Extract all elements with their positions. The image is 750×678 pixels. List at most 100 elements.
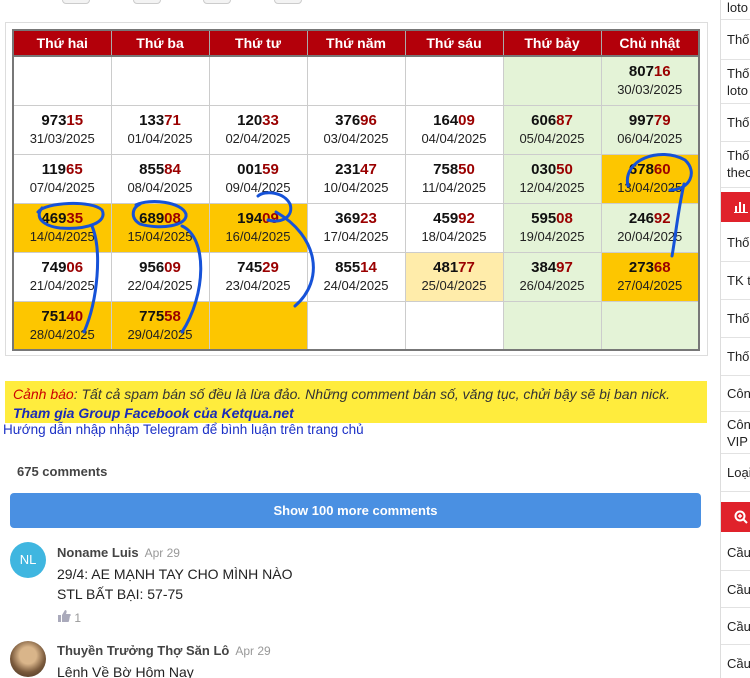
like-count: 1 [74,611,82,625]
comment-date[interactable]: Apr 29 [145,546,180,560]
comment-date[interactable]: Apr 29 [235,644,270,658]
calendar-panel: Thứ hai Thứ ba Thứ tư Thứ năm Thứ sáu Thứ bảy… [5,22,708,356]
result-date: 07/04/2025 [29,180,95,195]
result-number-head: 384 [531,259,557,276]
sidebar-item[interactable]: Thố [721,104,750,142]
like-button[interactable]: 1 [57,610,81,625]
calendar-day-cell[interactable] [502,300,602,351]
result-number: 11965 [14,160,111,179]
sidebar-item[interactable]: loto [721,0,750,20]
sidebar-item[interactable]: Thố theo [721,142,750,188]
sidebar-item[interactable]: Côn VIP [721,412,750,454]
calendar-day-cell[interactable] [306,300,406,351]
result-number: 80716 [602,62,699,81]
calendar-day-cell[interactable]: 48177 25/04/2025 [404,251,504,302]
result-number: 45992 [406,209,503,228]
calendar-day-cell[interactable]: 99779 06/04/2025 [600,104,700,155]
calendar-day-cell[interactable]: 97315 31/03/2025 [12,104,112,155]
calendar-day-cell[interactable] [110,55,210,106]
calendar-day-cell[interactable]: 45992 18/04/2025 [404,202,504,253]
sidebar-item[interactable]: Thố [721,20,750,60]
calendar-day-cell[interactable]: 36923 17/04/2025 [306,202,406,253]
result-date: 17/04/2025 [323,229,389,244]
comment-author[interactable]: Thuyền Trưởng Thợ Săn Lô Apr 29 [57,643,271,658]
calendar-day-cell[interactable]: 67860 13/04/2025 [600,153,700,204]
calendar-day-cell[interactable]: 11965 07/04/2025 [12,153,112,204]
sidebar-item[interactable]: Cầu [721,571,750,608]
calendar-day-cell[interactable]: 59508 19/04/2025 [502,202,602,253]
calendar-week-row: 74906 21/04/2025 95609 22/04/2025 74529 23/04… [12,251,700,302]
result-number: 13371 [112,111,209,130]
calendar-day-cell[interactable]: 13371 01/04/2025 [110,104,210,155]
calendar-day-cell[interactable] [502,55,602,106]
tab-control[interactable] [133,0,161,4]
calendar-day-cell[interactable]: 16409 04/04/2025 [404,104,504,155]
sidebar-item[interactable]: Thố loto [721,60,750,104]
tab-control[interactable] [203,0,231,4]
calendar-day-cell[interactable] [12,55,112,106]
calendar-day-cell[interactable] [404,300,504,351]
avatar[interactable]: NL [10,542,46,578]
avatar[interactable] [10,641,46,677]
sidebar-item[interactable]: Thố [721,224,750,262]
calendar-day-cell[interactable] [208,300,308,351]
calendar-day-cell[interactable]: 95609 22/04/2025 [110,251,210,302]
calendar-day-cell[interactable]: 80716 30/03/2025 [600,55,700,106]
calendar-day-cell[interactable] [306,55,406,106]
calendar-day-cell[interactable]: 85514 24/04/2025 [306,251,406,302]
weekday-header: Thứ năm [306,29,406,57]
result-number-tail: 16 [653,63,671,81]
calendar-day-cell[interactable]: 03050 12/04/2025 [502,153,602,204]
sidebar-item[interactable]: TK t [721,262,750,300]
sidebar-item[interactable]: Cầu [721,608,750,645]
facebook-group-link[interactable]: Tham gia Group Facebook của Ketqua.net [13,405,294,421]
result-number-head: 751 [41,307,67,325]
sidebar-item[interactable]: Thố [721,338,750,376]
sidebar-item[interactable]: Cầu [721,645,750,678]
calendar-day-cell[interactable]: 85584 08/04/2025 [110,153,210,204]
sidebar-item[interactable]: Thố [721,300,750,338]
calendar-day-cell[interactable]: 00159 09/04/2025 [208,153,308,204]
calendar-day-cell[interactable]: 74906 21/04/2025 [12,251,112,302]
result-number: 67860 [602,160,699,179]
calendar-day-cell[interactable]: 75140 28/04/2025 [12,300,112,351]
result-number-head: 231 [335,161,361,178]
calendar-day-cell[interactable]: 46935 14/04/2025 [12,202,112,253]
calendar-day-cell[interactable]: 75850 11/04/2025 [404,153,504,204]
sidebar-item[interactable]: Cầu [721,534,750,571]
result-date: 10/04/2025 [323,180,389,195]
calendar-day-cell[interactable]: 12033 02/04/2025 [208,104,308,155]
result-date: 04/04/2025 [421,131,487,146]
comment-author[interactable]: Noname Luis Apr 29 [57,545,180,560]
show-more-comments-button[interactable]: Show 100 more comments [10,493,701,528]
tab-control[interactable] [274,0,302,4]
result-number: 46935 [14,209,111,228]
calendar-day-cell[interactable]: 19409 16/04/2025 [208,202,308,253]
calendar-day-cell[interactable]: 27368 27/04/2025 [600,251,700,302]
calendar-day-cell[interactable]: 77558 29/04/2025 [110,300,210,351]
warning-text: : Tất cả spam bán số đều là lừa đảo. Nhữ… [73,386,670,402]
author-name[interactable]: Thuyền Trưởng Thợ Săn Lô [57,643,229,658]
sidebar-item[interactable]: Côn [721,376,750,412]
calendar-day-cell[interactable]: 60687 05/04/2025 [502,104,602,155]
result-number-tail: 84 [164,161,181,178]
result-number: 97315 [14,111,111,130]
calendar-day-cell[interactable]: 68908 15/04/2025 [110,202,210,253]
calendar-day-cell[interactable]: 23147 10/04/2025 [306,153,406,204]
calendar-day-cell[interactable]: 24692 20/04/2025 [600,202,700,253]
sidebar-item[interactable]: Loại [721,454,750,492]
calendar-day-cell[interactable] [208,55,308,106]
result-number-head: 997 [628,112,654,129]
thumbs-up-icon[interactable] [57,610,71,622]
calendar-day-cell[interactable]: 38497 26/04/2025 [502,251,602,302]
calendar-day-cell[interactable] [404,55,504,106]
calendar-day-cell[interactable]: 74529 23/04/2025 [208,251,308,302]
weekday-header: Thứ sáu [404,29,504,57]
tab-control[interactable] [62,0,90,4]
result-number: 36923 [308,209,405,228]
calendar-day-cell[interactable]: 37696 03/04/2025 [306,104,406,155]
result-date: 03/04/2025 [323,131,389,146]
calendar-day-cell[interactable] [600,300,700,351]
author-name[interactable]: Noname Luis [57,545,139,560]
telegram-guide-link[interactable]: Hướng dẫn nhập nhập Telegram để bình luậ… [3,422,364,437]
